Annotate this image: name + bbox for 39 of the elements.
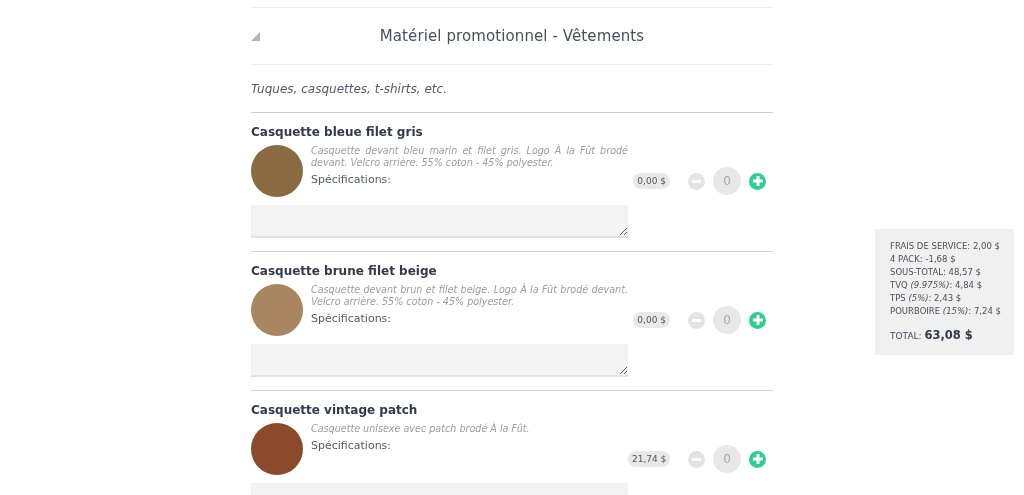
specifications-field[interactable] xyxy=(251,344,628,377)
product-description: Casquette devant bleu marin et filet gris. Logo À la Fût brodé devant. Velcro arrière. 55% coton - 45% polyester. xyxy=(311,145,628,169)
quantity-value: 0 xyxy=(713,167,741,195)
decrease-button[interactable] xyxy=(688,172,705,190)
quantity-value: 0 xyxy=(713,445,742,473)
quantity-value: 0 xyxy=(713,306,741,334)
decrease-button[interactable] xyxy=(688,311,705,329)
increase-button[interactable] xyxy=(749,172,766,190)
summary-line: TPS (5%): 2,43 $ xyxy=(890,292,963,305)
summary-line: SOUS-TOTAL: 48,57 $ xyxy=(890,266,982,279)
specifications-field[interactable] xyxy=(251,205,628,238)
photo-placeholder xyxy=(251,284,303,336)
price-label: 0,00 $ xyxy=(633,312,670,328)
summary-line: POURBOIRE (15%): 7,24 $ xyxy=(890,305,1002,318)
summary-total: TOTAL: 63,08 $ xyxy=(890,328,974,342)
plus-icon xyxy=(752,176,763,186)
price-label: 0,00 $ xyxy=(633,173,670,189)
section-subtitle: Tuques, casquettes, t-shirts, etc. xyxy=(251,80,448,98)
price-label: 21,74 $ xyxy=(628,451,671,467)
photo-placeholder xyxy=(251,423,303,475)
product-name: Casquette brune filet beige xyxy=(251,264,438,278)
section-title: Matériel promotionnel - Vêtements xyxy=(378,27,646,45)
increase-button[interactable] xyxy=(749,311,766,329)
specifications-label: Spécifications: xyxy=(311,312,393,325)
photo-placeholder xyxy=(251,145,303,197)
plus-icon xyxy=(752,454,763,464)
product-description: Casquette unisexe avec patch brodé À la Fût. xyxy=(311,423,531,435)
plus-icon xyxy=(752,315,763,325)
product-name: Casquette vintage patch xyxy=(251,403,419,417)
summary-line: 4 PACK: -1,68 $ xyxy=(890,253,957,266)
decrease-button[interactable] xyxy=(688,450,706,468)
summary-line: TVQ (9.975%): 4,84 $ xyxy=(890,279,984,292)
specifications-label: Spécifications: xyxy=(311,173,393,186)
collapse-triangle-icon[interactable] xyxy=(251,32,260,41)
product-description: Casquette devant brun et filet beige. Logo À la Fût brodé devant. Velcro arrière. 55% coton - 45% polyester. xyxy=(311,284,628,308)
specifications-label: Spécifications: xyxy=(311,439,393,452)
summary-line: FRAIS DE SERVICE: 2,00 $ xyxy=(890,240,1001,253)
product-name: Casquette bleue filet gris xyxy=(251,125,424,139)
increase-button[interactable] xyxy=(749,450,766,468)
